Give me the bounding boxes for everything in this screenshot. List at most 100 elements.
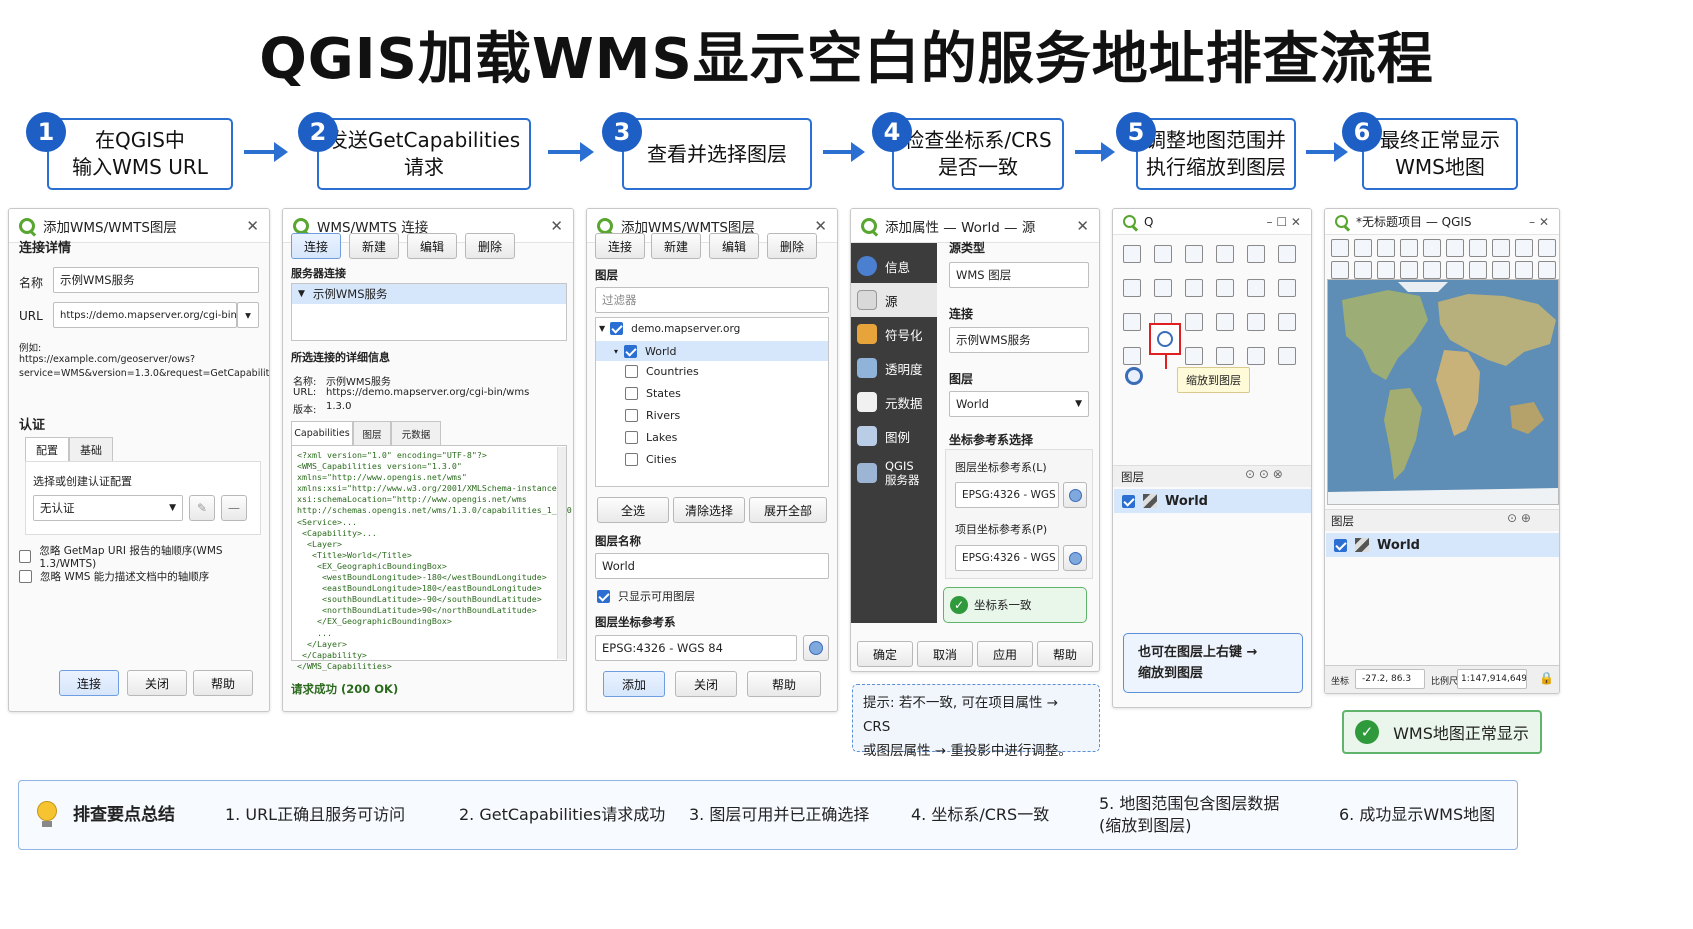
toolbar-tool-icon[interactable] xyxy=(1247,347,1265,365)
close-icon[interactable]: ✕ xyxy=(550,217,563,235)
filter-input[interactable]: 过滤器 xyxy=(595,287,829,313)
new-button[interactable]: 新建 xyxy=(349,233,399,259)
delete-button[interactable]: 删除 xyxy=(465,233,515,259)
new-button[interactable]: 新建 xyxy=(651,233,701,259)
toolbar-tool-icon[interactable] xyxy=(1469,261,1487,279)
select-all-button[interactable]: 全选 xyxy=(597,497,669,523)
toolbar-tool-icon[interactable] xyxy=(1400,261,1418,279)
toolbar-tool-icon[interactable] xyxy=(1247,245,1265,263)
remove-auth-button[interactable]: — xyxy=(221,495,247,521)
sidebar-item-source[interactable]: 源 xyxy=(851,283,937,317)
toolbar-tool-icon[interactable] xyxy=(1216,279,1234,297)
tree-root[interactable]: ▼ demo.mapserver.org xyxy=(599,322,740,335)
toolbar-tool-icon[interactable] xyxy=(1216,245,1234,263)
sidebar-item-qgis-server[interactable]: QGIS 服务器 xyxy=(851,453,937,493)
crs-input[interactable]: EPSG:4326 - WGS 84 xyxy=(595,635,797,661)
tab-capabilities[interactable]: Capabilities xyxy=(291,421,353,445)
add-button[interactable]: 添加 xyxy=(603,671,665,697)
delete-button[interactable]: 删除 xyxy=(767,233,817,259)
coordinate-readout[interactable]: -27.2, 86.3 xyxy=(1355,669,1425,689)
toolbar-tool-icon[interactable] xyxy=(1123,245,1141,263)
sidebar-item-legend[interactable]: 图例 xyxy=(851,419,937,453)
sidebar-item-transparency[interactable]: 透明度 xyxy=(851,351,937,385)
help-button[interactable]: 帮助 xyxy=(747,671,821,697)
toolbar-tool-icon[interactable] xyxy=(1538,239,1556,257)
toolbar-tool-icon[interactable] xyxy=(1185,245,1203,263)
toolbar-tool-icon[interactable] xyxy=(1492,261,1510,279)
ok-button[interactable]: 确定 xyxy=(857,641,913,667)
layer-item-rivers[interactable]: Rivers xyxy=(625,409,680,422)
apply-button[interactable]: 应用 xyxy=(977,641,1033,667)
toolbar-tool-icon[interactable] xyxy=(1331,239,1349,257)
toolbar-tool-icon[interactable] xyxy=(1185,313,1203,331)
toolbar-tool-icon[interactable] xyxy=(1446,261,1464,279)
layer-item-lakes[interactable]: Lakes xyxy=(625,431,677,444)
layer-crs-input[interactable]: EPSG:4326 - WGS 84 xyxy=(955,482,1059,508)
edit-button[interactable]: 编辑 xyxy=(407,233,457,259)
connect-button[interactable]: 连接 xyxy=(595,233,645,259)
server-item[interactable]: ▼ 示例WMS服务 xyxy=(292,284,566,304)
tab-config[interactable]: 配置 xyxy=(25,437,69,461)
tab-metadata[interactable]: 元数据 xyxy=(391,421,441,445)
project-crs-input[interactable]: EPSG:4326 - WGS 84 xyxy=(955,545,1059,571)
layer-item-countries[interactable]: Countries xyxy=(625,365,699,378)
layers-panel-icons[interactable]: ⊙ ⊙ ⊗ xyxy=(1245,467,1283,481)
map-canvas[interactable] xyxy=(1327,279,1559,505)
toolbar-tool-icon[interactable] xyxy=(1278,347,1296,365)
toolbar-tool-icon[interactable] xyxy=(1216,313,1234,331)
layer-item-world[interactable]: World xyxy=(1326,533,1559,557)
zoom-to-layer-button[interactable] xyxy=(1149,323,1181,355)
edit-auth-button[interactable]: ✎ xyxy=(189,495,215,521)
close-icon[interactable]: ✕ xyxy=(1076,217,1089,235)
sidebar-item-symbology[interactable]: 符号化 xyxy=(851,317,937,351)
close-icon[interactable]: ✕ xyxy=(814,217,827,235)
sidebar-item-metadata[interactable]: 元数据 xyxy=(851,385,937,419)
toolbar-tool-icon[interactable] xyxy=(1247,279,1265,297)
layer-item-states[interactable]: States xyxy=(625,387,681,400)
toolbar-tool-icon[interactable] xyxy=(1278,279,1296,297)
name-input[interactable]: 示例WMS服务 xyxy=(53,267,259,293)
layer-item-world[interactable]: ▾ World xyxy=(596,341,828,361)
tab-basic[interactable]: 基础 xyxy=(69,437,113,461)
close-icon[interactable]: ✕ xyxy=(246,217,259,235)
sidebar-item-info[interactable]: 信息 xyxy=(851,249,937,283)
toolbar-tool-icon[interactable] xyxy=(1400,239,1418,257)
clear-selection-button[interactable]: 清除选择 xyxy=(673,497,745,523)
toolbar-tool-icon[interactable] xyxy=(1377,261,1395,279)
scale-input[interactable]: 1:147,914,649 xyxy=(1457,669,1527,689)
toolbar-tool-icon[interactable] xyxy=(1278,245,1296,263)
toolbar-tool-icon[interactable] xyxy=(1123,347,1141,365)
layer-name-input[interactable]: World xyxy=(595,553,829,579)
toolbar-tool-icon[interactable] xyxy=(1123,313,1141,331)
close-button[interactable]: 关闭 xyxy=(127,670,187,696)
help-button[interactable]: 帮助 xyxy=(193,670,253,696)
only-available-checkbox[interactable]: 只显示可用图层 xyxy=(597,588,695,604)
toolbar-tool-icon[interactable] xyxy=(1354,239,1372,257)
toolbar-tool-icon[interactable] xyxy=(1423,239,1441,257)
cancel-button[interactable]: 取消 xyxy=(917,641,973,667)
toolbar-tool-icon[interactable] xyxy=(1354,261,1372,279)
toolbar-tool-icon[interactable] xyxy=(1446,239,1464,257)
tab-layers[interactable]: 图层 xyxy=(353,421,391,445)
toolbar-tool-icon[interactable] xyxy=(1423,261,1441,279)
auth-select[interactable]: 无认证 ▼ xyxy=(33,495,183,521)
layers-panel-icons[interactable]: ⊙ ⊕ xyxy=(1507,511,1531,525)
toolbar-tool-icon[interactable] xyxy=(1123,279,1141,297)
connect-button[interactable]: 连接 xyxy=(291,233,341,259)
toolbar-tool-icon[interactable] xyxy=(1515,261,1533,279)
project-crs-select-button[interactable] xyxy=(1063,545,1087,571)
close-button[interactable]: 关闭 xyxy=(675,671,737,697)
crs-select-button[interactable] xyxy=(803,635,829,661)
url-input[interactable]: https://demo.mapserver.org/cgi-bin/wms xyxy=(53,302,237,328)
window-controls-icon[interactable]: – ☐ ✕ xyxy=(1267,215,1301,229)
url-dropdown-button[interactable]: ▾ xyxy=(237,302,259,328)
help-button[interactable]: 帮助 xyxy=(1037,641,1093,667)
layer-crs-select-button[interactable] xyxy=(1063,482,1087,508)
ignore-axis-getmap[interactable]: 忽略 GetMap URI 报告的轴顺序(WMS 1.3/WMTS) xyxy=(19,543,269,570)
toolbar-tool-icon[interactable] xyxy=(1216,347,1234,365)
toolbar-tool-icon[interactable] xyxy=(1154,245,1172,263)
toolbar-tool-icon[interactable] xyxy=(1538,261,1556,279)
expand-all-button[interactable]: 展开全部 xyxy=(749,497,827,523)
toolbar-tool-icon[interactable] xyxy=(1185,279,1203,297)
toolbar-tool-icon[interactable] xyxy=(1185,347,1203,365)
